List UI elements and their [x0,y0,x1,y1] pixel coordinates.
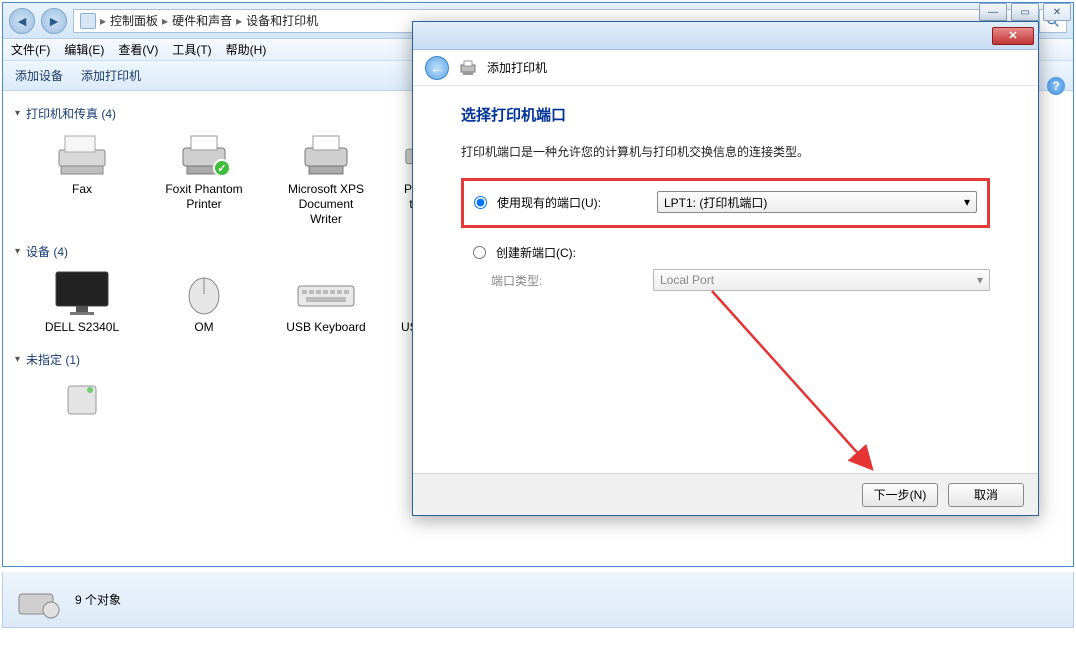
menu-help[interactable]: 帮助(H) [226,41,267,58]
toolbar-add-printer[interactable]: 添加打印机 [81,67,141,84]
chevron-down-icon: ▾ [15,354,20,365]
chevron-down-icon: ▾ [15,246,20,257]
menu-edit[interactable]: 编辑(E) [64,41,104,58]
menu-view[interactable]: 查看(V) [118,41,158,58]
control-panel-icon [80,13,96,29]
printer-xps[interactable]: Microsoft XPSDocumentWriter [271,130,381,227]
keyboard-icon [296,268,356,316]
dialog-header: ← 添加打印机 [413,50,1038,86]
dialog-titlebar: ✕ [413,22,1038,50]
menu-file[interactable]: 文件(F) [11,41,50,58]
device-icon [52,376,112,424]
item-label: USB Keyboard [286,320,365,335]
close-button[interactable]: ✕ [1043,3,1071,21]
printer-icon [459,60,477,76]
check-badge-icon: ✓ [213,159,231,177]
printer-fax[interactable]: Fax [27,130,137,227]
add-printer-dialog: ✕ ← 添加打印机 选择打印机端口 打印机端口是一种允许您的计算机与打印机交换信… [412,21,1039,516]
item-label: OM [194,320,213,335]
printer-foxit[interactable]: ✓ Foxit PhantomPrinter [149,130,259,227]
mouse-icon [174,268,234,316]
chevron-down-icon: ▾ [15,108,20,119]
printer-icon: ✓ [174,130,234,178]
item-label: Foxit PhantomPrinter [165,182,242,212]
use-existing-port-radio[interactable] [474,196,487,209]
dialog-body: 选择打印机端口 打印机端口是一种允许您的计算机与打印机交换信息的连接类型。 使用… [413,86,1038,291]
device-monitor[interactable]: DELL S2340L [27,268,137,335]
device-mouse[interactable]: OM [149,268,259,335]
port-type-label: 端口类型: [483,272,643,289]
create-new-port-label: 创建新端口(C): [496,244,576,261]
cancel-button[interactable]: 取消 [948,483,1024,507]
breadcrumb-item[interactable]: 控制面板 [110,12,158,29]
dialog-heading: 选择打印机端口 [461,104,990,125]
highlight-annotation: 使用现有的端口(U): LPT1: (打印机端口) ▾ [461,178,990,228]
item-label: Microsoft XPSDocumentWriter [288,182,364,227]
chevron-right-icon: ▸ [162,14,168,28]
item-label: DELL S2340L [45,320,119,335]
maximize-button[interactable]: ▭ [1011,3,1039,21]
status-bar: 9 个对象 [2,572,1074,628]
fax-icon [52,130,112,178]
port-type-row: 端口类型: Local Port ▾ [461,263,990,291]
group-title: 未指定 (1) [26,351,80,368]
monitor-icon [52,268,112,316]
dropdown-value: LPT1: (打印机端口) [664,194,767,211]
create-new-port-radio[interactable] [473,246,486,259]
nav-back-button[interactable]: ◄ [9,8,35,34]
create-new-port-row: 创建新端口(C): [461,242,990,263]
group-title: 打印机和传真 (4) [26,105,116,122]
dropdown-value: Local Port [660,273,714,287]
toolbar-add-device[interactable]: 添加设备 [15,67,63,84]
help-button[interactable]: ? [1047,77,1065,95]
group-title: 设备 (4) [26,243,68,260]
use-existing-port-row: 使用现有的端口(U): LPT1: (打印机端口) ▾ [474,189,977,215]
dialog-close-button[interactable]: ✕ [992,27,1034,45]
chevron-down-icon: ▾ [977,273,983,287]
minimize-button[interactable]: — [979,3,1007,21]
dialog-title: 添加打印机 [487,59,547,76]
chevron-down-icon: ▾ [964,195,970,209]
nav-forward-button[interactable]: ► [41,8,67,34]
device-keyboard[interactable]: USB Keyboard [271,268,381,335]
chevron-right-icon: ▸ [236,14,242,28]
port-type-dropdown: Local Port ▾ [653,269,990,291]
use-existing-port-label: 使用现有的端口(U): [497,194,647,211]
next-button[interactable]: 下一步(N) [862,483,938,507]
breadcrumb-item[interactable]: 设备和打印机 [246,12,318,29]
status-text: 9 个对象 [75,591,121,608]
dialog-back-button[interactable]: ← [425,56,449,80]
existing-port-dropdown[interactable]: LPT1: (打印机端口) ▾ [657,191,977,213]
item-label: Fax [72,182,92,197]
dialog-footer: 下一步(N) 取消 [413,473,1038,515]
breadcrumb-item[interactable]: 硬件和声音 [172,12,232,29]
device-unspec[interactable] [27,376,137,424]
devices-icon [15,580,63,620]
chevron-right-icon: ▸ [100,14,106,28]
window-controls: — ▭ ✕ [979,3,1071,21]
dialog-description: 打印机端口是一种允许您的计算机与打印机交换信息的连接类型。 [461,143,990,160]
menu-tools[interactable]: 工具(T) [172,41,211,58]
printer-icon [296,130,356,178]
